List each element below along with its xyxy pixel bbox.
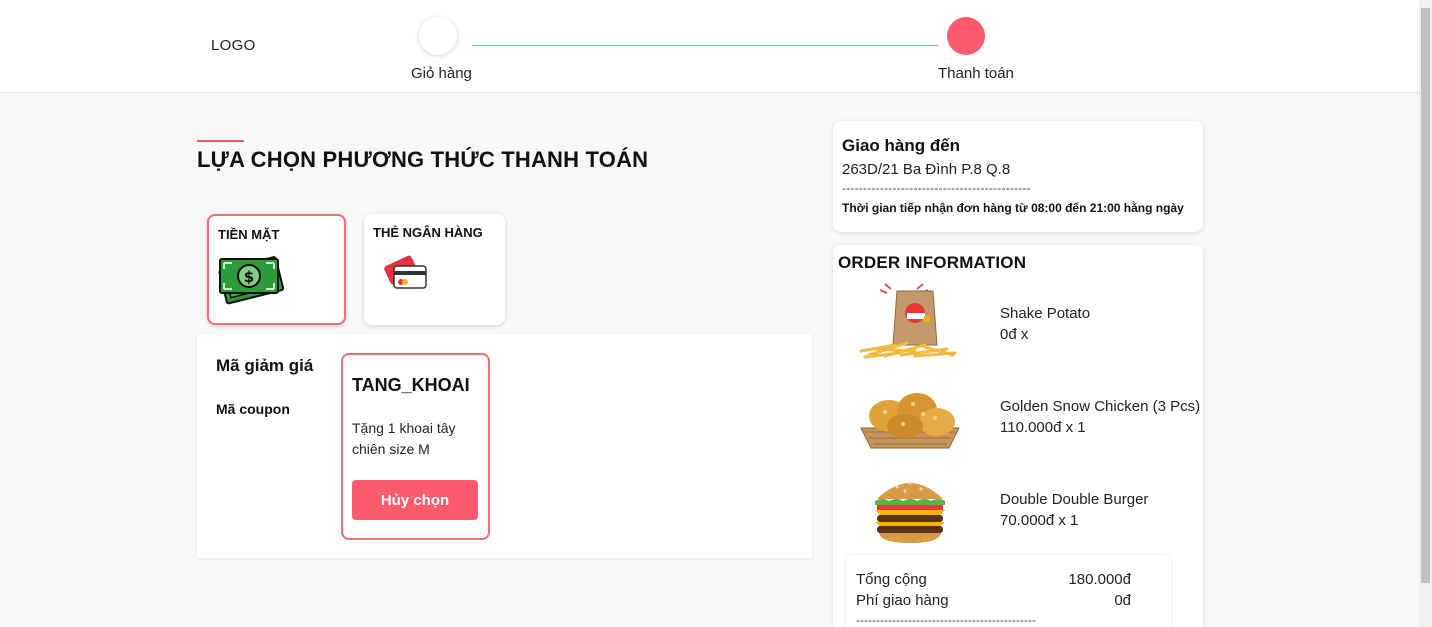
- burger-image: [875, 481, 945, 543]
- item-price: 110.000đ x 1: [1000, 419, 1086, 436]
- shipping-label: Phí giao hàng: [856, 592, 949, 609]
- coupon-description: Tặng 1 khoai tây chiên size M: [352, 420, 456, 457]
- delivery-hours: Thời gian tiếp nhận đơn hàng từ 08:00 đế…: [842, 201, 1184, 215]
- cancel-coupon-button[interactable]: Hủy chọn: [352, 480, 478, 520]
- coupon-section-title: Mã giảm giá: [216, 356, 314, 375]
- coupon-card[interactable]: TANG_KHOAI Tặng 1 khoai tây chiên size M…: [341, 353, 490, 540]
- fried-chicken-image: [860, 393, 960, 449]
- order-item: Golden Snow Chicken (3 Pcs) 110.000đ x 1: [833, 376, 1203, 461]
- order-item: Shake Potato 0đ x: [833, 283, 1203, 368]
- page-title: LỰA CHỌN PHƯƠNG THỨC THANH TOÁN: [197, 147, 649, 172]
- item-name: Double Double Burger: [1000, 491, 1149, 508]
- order-totals: Tổng cộng 180.000đ Phí giao hàng 0đ ----…: [846, 555, 1171, 627]
- progress-line: [472, 45, 938, 46]
- delivery-title: Giao hàng đến: [842, 136, 961, 155]
- coupon-subtitle: Mã coupon: [216, 401, 290, 417]
- payment-method-bank-card[interactable]: THẺ NGÂN HÀNG: [364, 214, 505, 325]
- scrollbar-thumb[interactable]: [1421, 8, 1430, 583]
- title-accent-line: [197, 140, 244, 142]
- fries-bag-image: [859, 283, 957, 359]
- item-price: 0đ x: [1000, 326, 1029, 343]
- shipping-row: Phí giao hàng 0đ: [856, 592, 1131, 609]
- divider: ----------------------------------------…: [856, 613, 1036, 627]
- order-item: Double Double Burger 70.000đ x 1: [833, 469, 1203, 554]
- logo[interactable]: LOGO: [211, 37, 256, 54]
- total-label: Tổng cộng: [856, 571, 927, 588]
- divider: ----------------------------------------…: [842, 181, 1031, 195]
- delivery-info-card: Giao hàng đến 263D/21 Ba Đình P.8 Q.8 --…: [833, 121, 1203, 232]
- payment-method-label: TIỀN MẶT: [218, 227, 280, 242]
- total-row: Tổng cộng 180.000đ: [856, 571, 1131, 588]
- order-title: ORDER INFORMATION: [838, 253, 1027, 272]
- coupon-code: TANG_KHOAI: [352, 375, 470, 395]
- svg-text:$: $: [244, 268, 254, 286]
- step-cart-dot[interactable]: [419, 17, 457, 55]
- step-cart-label[interactable]: Giỏ hàng: [411, 65, 472, 82]
- step-payment-dot[interactable]: [947, 17, 985, 55]
- delivery-address: 263D/21 Ba Đình P.8 Q.8: [842, 161, 1011, 178]
- item-name: Golden Snow Chicken (3 Pcs): [1000, 398, 1201, 415]
- cash-icon: $: [218, 256, 285, 305]
- item-price: 70.000đ x 1: [1000, 512, 1079, 529]
- order-info-card: ORDER INFORMATION Shake Potato 0đ x Gold…: [833, 245, 1203, 627]
- total-value: 180.000đ: [1068, 571, 1131, 588]
- shipping-value: 0đ: [1114, 592, 1131, 609]
- item-name: Shake Potato: [1000, 305, 1091, 322]
- payment-method-cash[interactable]: TIỀN MẶT $: [207, 214, 346, 325]
- bank-card-icon: [384, 255, 427, 289]
- payment-method-label: THẺ NGÂN HÀNG: [373, 225, 483, 240]
- top-header: LOGO Giỏ hàng Thanh toán: [0, 0, 1419, 93]
- page-scrollbar[interactable]: [1419, 0, 1432, 627]
- coupon-panel: Mã giảm giá Mã coupon TANG_KHOAI Tặng 1 …: [197, 334, 812, 558]
- step-payment-label[interactable]: Thanh toán: [938, 65, 1014, 82]
